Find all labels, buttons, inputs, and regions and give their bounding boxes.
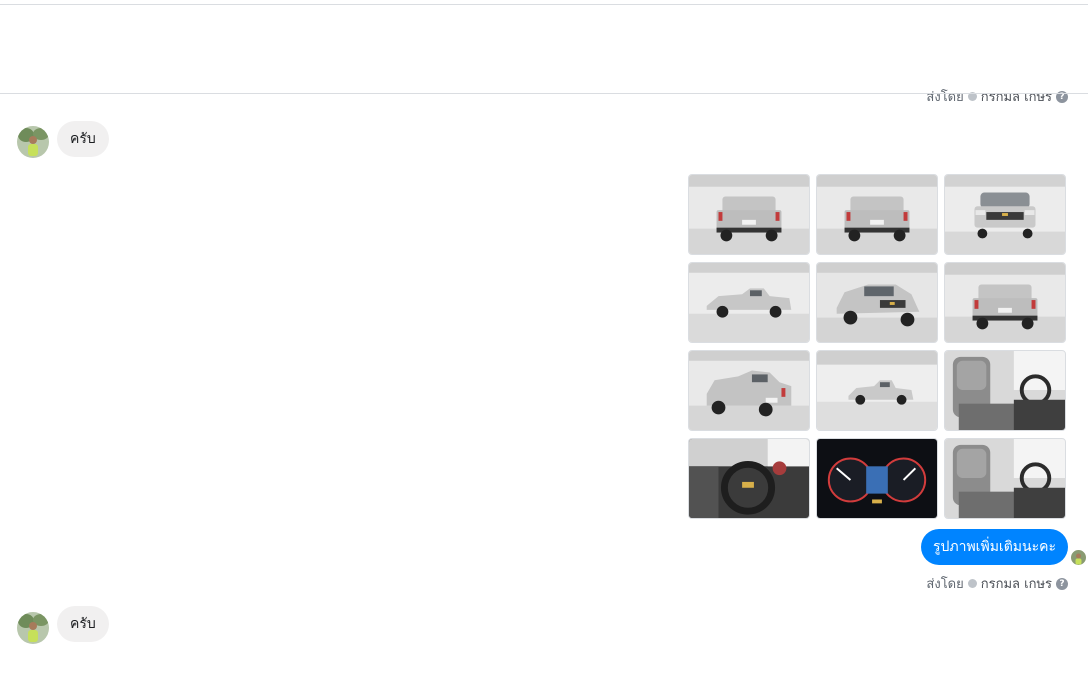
photo-thumbnail[interactable] (816, 438, 938, 519)
follow-up-button[interactable]: ! (995, 31, 1035, 67)
photo-attachment-grid (688, 174, 1068, 520)
photo-thumbnail[interactable] (816, 262, 938, 343)
photo-thumbnail[interactable] (688, 438, 810, 519)
report-icon (814, 40, 832, 58)
contact-name[interactable]: สมพงษ์ สวินชัย (73, 27, 184, 54)
sent-by-prefix: ส่งโดย (926, 90, 964, 105)
contact-avatar[interactable] (11, 27, 59, 75)
sent-by-agent[interactable]: กรกมล เกษร (981, 86, 1052, 107)
delete-button[interactable] (851, 31, 891, 67)
check-icon (1056, 43, 1070, 56)
star-button[interactable] (899, 31, 939, 67)
header-divider (0, 93, 1088, 94)
photo-thumbnail[interactable] (816, 350, 938, 431)
conversation-actions: ! (803, 31, 1083, 67)
seen-avatar (1071, 550, 1086, 565)
sent-by-line: ส่งโดย กรกมล เกษร ? (926, 86, 1068, 107)
caret-down-icon (169, 57, 180, 63)
photo-thumbnail[interactable] (688, 350, 810, 431)
exclamation-icon: ! (1011, 39, 1019, 59)
contact-avatar-small[interactable] (17, 612, 49, 644)
contact-avatar-small[interactable] (17, 126, 49, 158)
photo-thumbnail[interactable] (816, 174, 938, 255)
incoming-message: ครับ (57, 606, 109, 642)
mark-done-button[interactable] (1043, 31, 1083, 67)
incoming-message: ครับ (57, 121, 109, 157)
help-icon[interactable]: ? (1056, 577, 1068, 590)
mark-spam-button[interactable] (803, 31, 843, 67)
sent-by-prefix: ส่งโดย (926, 577, 964, 592)
outgoing-message: รูปภาพเพิ่มเติมนะคะ (920, 529, 1068, 565)
photo-thumbnail[interactable] (944, 174, 1066, 255)
check-circle-icon (967, 579, 977, 588)
sent-by-agent[interactable]: กรกมล เกษร (981, 573, 1052, 594)
photo-thumbnail[interactable] (688, 174, 810, 255)
unread-mail-icon (959, 41, 975, 57)
mark-unread-button[interactable] (947, 31, 987, 67)
assign-conversation-dropdown[interactable]: กำหนดการสนทนา (75, 51, 180, 69)
sent-by-line: ส่งโดย กรกมล เกษร ? (926, 573, 1068, 594)
assign-label: กำหนดการสนทนา (75, 54, 164, 67)
star-icon (910, 40, 928, 57)
trash-icon (864, 40, 878, 58)
photo-thumbnail[interactable] (688, 262, 810, 343)
conversation-header: สมพงษ์ สวินชัย กำหนดการสนทนา ! (0, 5, 1088, 94)
photo-thumbnail[interactable] (944, 438, 1066, 519)
photo-thumbnail[interactable] (944, 350, 1066, 431)
photo-thumbnail[interactable] (944, 262, 1066, 343)
